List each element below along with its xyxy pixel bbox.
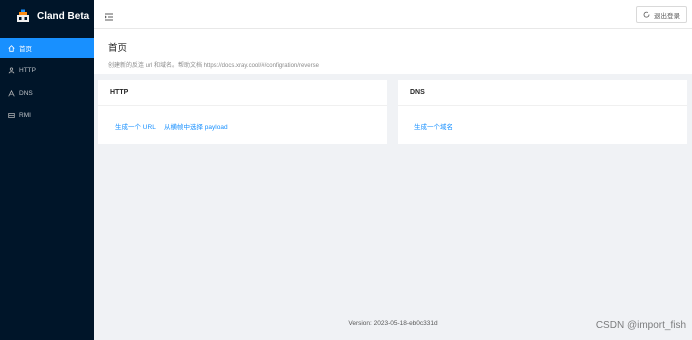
sidebar-item-label: 首页 [19, 46, 32, 53]
sidebar-item-label: DNS [19, 89, 33, 97]
sidebar-menu: 首页 HTTP DNS RMI [0, 38, 94, 126]
http-card: HTTP 生成一个 URL 从横帧中选择 payload [98, 80, 387, 144]
watermark: CSDN @import_fish [595, 320, 686, 331]
sidebar-item-label: HTTP [19, 67, 36, 74]
sidebar-item-rmi[interactable]: RMI [0, 106, 94, 126]
rmi-icon [7, 112, 16, 119]
logout-label: 退出登录 [654, 12, 680, 20]
logout-icon [643, 11, 650, 18]
page-description: 创建新的反连 url 和域名。帮助文档 https://docs.xray.co… [108, 63, 319, 69]
http-icon [7, 67, 16, 74]
card-header: HTTP [98, 80, 387, 106]
top-header: 退出登录 [94, 0, 692, 29]
page-header: 首页 创建新的反连 url 和域名。帮助文档 https://docs.xray… [94, 29, 692, 74]
dns-icon [7, 89, 16, 97]
logout-button[interactable]: 退出登录 [636, 6, 687, 23]
page-title: 首页 [108, 43, 128, 54]
card-title: DNS [410, 89, 425, 96]
dns-card: DNS 生成一个域名 [398, 80, 687, 144]
generate-url-link[interactable]: 生成一个 URL [115, 121, 156, 131]
card-body: 生成一个域名 [398, 106, 687, 144]
cland-logo-icon [16, 9, 30, 23]
home-icon [7, 44, 16, 52]
sidebar-item-home[interactable]: 首页 [0, 38, 94, 58]
card-body: 生成一个 URL 从横帧中选择 payload [98, 106, 387, 144]
sidebar-item-http[interactable]: HTTP [0, 61, 94, 81]
card-header: DNS [398, 80, 687, 106]
menu-fold-icon[interactable] [104, 9, 114, 21]
sidebar: Cland Beta 首页 HTTP DNS RMI [0, 0, 94, 340]
sidebar-item-label: RMI [19, 112, 31, 119]
app-title: Cland Beta [37, 10, 90, 22]
generate-domain-link[interactable]: 生成一个域名 [414, 121, 453, 131]
select-payload-link[interactable]: 从横帧中选择 payload [164, 121, 228, 131]
brand[interactable]: Cland Beta [0, 0, 94, 32]
sidebar-item-dns[interactable]: DNS [0, 83, 94, 103]
card-title: HTTP [110, 89, 129, 96]
